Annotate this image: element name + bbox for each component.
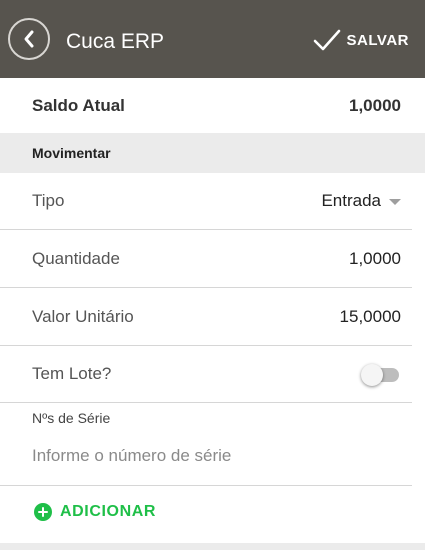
app-bar: Cuca ERP SALVAR bbox=[0, 0, 425, 78]
section-movimentar: Movimentar bbox=[0, 133, 425, 173]
check-icon bbox=[313, 29, 340, 51]
chevron-left-icon bbox=[24, 30, 34, 48]
valor-unitario-label: Valor Unitário bbox=[32, 306, 134, 326]
toggle-thumb bbox=[361, 364, 383, 386]
tem-lote-row: Tem Lote? bbox=[0, 346, 425, 402]
saldo-atual-value: 1,0000 bbox=[349, 95, 401, 115]
tem-lote-toggle[interactable] bbox=[361, 362, 401, 386]
section-title: Movimentar bbox=[32, 145, 111, 161]
dropdown-arrow-icon bbox=[389, 199, 401, 205]
valor-unitario-value[interactable]: 15,0000 bbox=[340, 307, 401, 327]
quantidade-row[interactable]: Quantidade 1,0000 bbox=[0, 230, 425, 287]
tipo-select[interactable]: Entrada bbox=[321, 191, 401, 211]
numero-serie-label: Nºs de Série bbox=[32, 410, 111, 426]
tem-lote-label: Tem Lote? bbox=[32, 364, 112, 383]
adicionar-label: ADICIONAR bbox=[60, 503, 157, 520]
save-label: SALVAR bbox=[346, 31, 409, 49]
back-button[interactable] bbox=[8, 18, 50, 60]
divider bbox=[0, 485, 412, 486]
quantidade-value[interactable]: 1,0000 bbox=[349, 249, 401, 269]
saldo-atual-row: Saldo Atual 1,0000 bbox=[0, 78, 425, 133]
plus-circle-icon bbox=[34, 503, 52, 521]
app-title: Cuca ERP bbox=[66, 30, 165, 53]
quantidade-label: Quantidade bbox=[32, 248, 120, 268]
valor-unitario-row[interactable]: Valor Unitário 15,0000 bbox=[0, 288, 425, 345]
adicionar-button[interactable]: ADICIONAR bbox=[34, 503, 156, 521]
saldo-atual-label: Saldo Atual bbox=[32, 95, 125, 115]
divider bbox=[0, 402, 412, 403]
numero-serie-input[interactable] bbox=[32, 446, 402, 466]
tipo-row[interactable]: Tipo Entrada bbox=[0, 173, 425, 229]
bottom-strip bbox=[0, 543, 425, 550]
save-button[interactable]: SALVAR bbox=[313, 26, 409, 54]
tipo-value: Entrada bbox=[321, 191, 381, 210]
tipo-label: Tipo bbox=[32, 191, 65, 210]
